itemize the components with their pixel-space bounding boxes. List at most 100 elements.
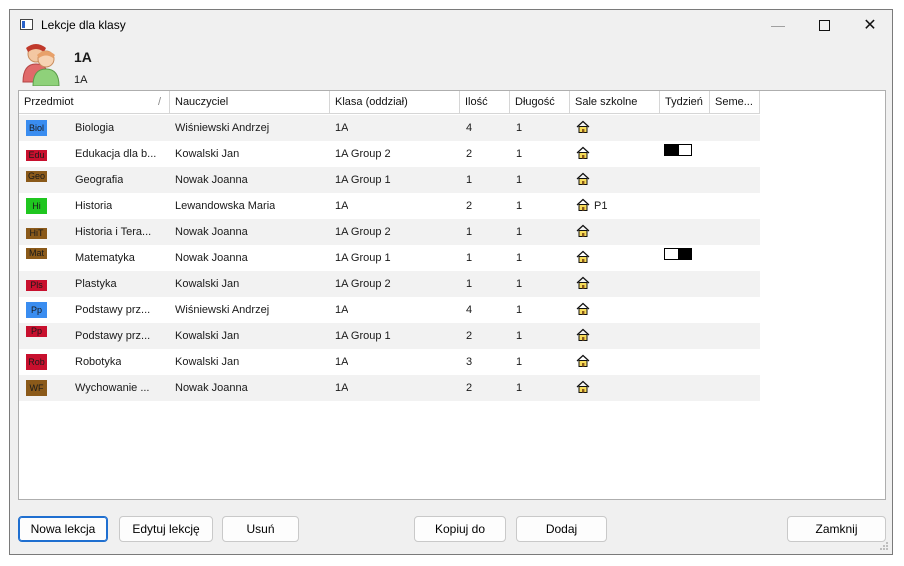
resize-grip-icon[interactable]	[879, 541, 889, 551]
table-row[interactable]: Pp Podstawy prz... Kowalski Jan 1A Group 1 2…	[19, 323, 760, 349]
delete-button[interactable]: Usuń	[222, 516, 299, 542]
subject-cell: Podstawy prz...	[75, 330, 151, 342]
maximize-button[interactable]	[801, 10, 847, 40]
class-cell: 1A	[335, 382, 349, 394]
room-house-icon[interactable]	[576, 120, 590, 134]
class-cell: 1A	[335, 304, 349, 316]
column-header-class[interactable]: Klasa (oddział)	[330, 91, 460, 113]
subject-cell: Plastyka	[75, 278, 117, 290]
subject-cell: Edukacja dla b...	[75, 148, 157, 160]
table-row[interactable]: Geo Geografia Nowak Joanna 1A Group 1 1 1	[19, 167, 760, 193]
table-row[interactable]: Mat Matematyka Nowak Joanna 1A Group 1 1 1	[19, 245, 760, 271]
week-indicator	[664, 248, 692, 260]
table-header: Przedmiot / Nauczyciel Klasa (oddział) Il…	[19, 91, 760, 114]
add-button[interactable]: Dodaj	[516, 516, 607, 542]
minimize-icon: —	[771, 17, 785, 33]
subject-color-swatch: Mat	[26, 248, 47, 259]
table-row[interactable]: Rob Robotyka Kowalski Jan 1A 3 1	[19, 349, 760, 375]
room-house-icon[interactable]	[576, 172, 590, 186]
new-lesson-button[interactable]: Nowa lekcja	[18, 516, 108, 542]
teacher-cell: Wiśniewski Andrzej	[175, 122, 270, 134]
table-row[interactable]: Biol Biologia Wiśniewski Andrzej 1A 4 1	[19, 115, 760, 141]
subject-cell: Matematyka	[75, 252, 135, 264]
subject-cell: Biologia	[75, 122, 115, 134]
subject-color-swatch: Pp	[26, 326, 47, 337]
count-cell: 4	[466, 304, 473, 316]
subject-color-swatch: Biol	[26, 120, 47, 136]
count-cell: 2	[466, 330, 473, 342]
teacher-cell: Nowak Joanna	[175, 382, 248, 394]
class-header: 1A 1A	[10, 40, 892, 90]
room-house-icon[interactable]	[576, 276, 590, 290]
teacher-cell: Lewandowska Maria	[175, 200, 276, 212]
count-cell: 2	[466, 200, 473, 212]
subject-cell: Robotyka	[75, 356, 122, 368]
class-cell: 1A	[335, 122, 349, 134]
title-bar[interactable]: Lekcje dla klasy — ✕	[10, 10, 892, 40]
column-header-count[interactable]: Ilość	[460, 91, 510, 113]
lessons-table[interactable]: Przedmiot / Nauczyciel Klasa (oddział) Il…	[18, 90, 886, 500]
room-house-icon[interactable]	[576, 224, 590, 238]
class-cell: 1A Group 1	[335, 252, 391, 264]
room-house-icon[interactable]	[576, 354, 590, 368]
count-cell: 3	[466, 356, 473, 368]
table-row[interactable]: Pls Plastyka Kowalski Jan 1A Group 2 1 1	[19, 271, 760, 297]
edit-lesson-button[interactable]: Edytuj lekcję	[119, 516, 213, 542]
length-cell: 1	[516, 174, 523, 186]
column-header-rooms[interactable]: Sale szkolne	[570, 91, 660, 113]
table-row[interactable]: Edu Edukacja dla b... Kowalski Jan 1A Group…	[19, 141, 760, 167]
column-label: Sale szkolne	[575, 96, 638, 108]
count-cell: 1	[466, 226, 473, 238]
room-code: P1	[594, 200, 608, 212]
class-subtitle: 1A	[74, 74, 88, 86]
class-cell: 1A Group 1	[335, 330, 391, 342]
count-cell: 1	[466, 252, 473, 264]
length-cell: 1	[516, 148, 523, 160]
column-label: Tydzień	[665, 96, 703, 108]
class-cell: 1A Group 2	[335, 226, 391, 238]
close-button[interactable]: Zamknij	[787, 516, 886, 542]
column-header-length[interactable]: Długość	[510, 91, 570, 113]
close-window-button[interactable]: ✕	[847, 10, 893, 40]
app-icon	[20, 19, 33, 30]
teacher-cell: Kowalski Jan	[175, 356, 240, 368]
room-house-icon[interactable]	[576, 250, 590, 264]
table-row[interactable]: Hi Historia Lewandowska Maria 1A 2 1 P1	[19, 193, 760, 219]
room-house-icon[interactable]	[576, 198, 590, 212]
class-cell: 1A	[335, 200, 349, 212]
room-house-icon[interactable]	[576, 380, 590, 394]
column-header-teacher[interactable]: Nauczyciel	[170, 91, 330, 113]
teacher-cell: Wiśniewski Andrzej	[175, 304, 270, 316]
count-cell: 4	[466, 122, 473, 134]
minimize-button[interactable]: —	[755, 10, 801, 40]
column-header-semester[interactable]: Seme...	[710, 91, 760, 113]
length-cell: 1	[516, 304, 523, 316]
table-row[interactable]: WF Wychowanie ... Nowak Joanna 1A 2 1	[19, 375, 760, 401]
room-house-icon[interactable]	[576, 302, 590, 316]
length-cell: 1	[516, 356, 523, 368]
count-cell: 1	[466, 278, 473, 290]
copy-to-button[interactable]: Kopiuj do	[414, 516, 506, 542]
teacher-cell: Kowalski Jan	[175, 330, 240, 342]
column-label: Klasa (oddział)	[335, 96, 408, 108]
week-b-box	[677, 145, 692, 155]
table-row[interactable]: HiT Historia i Tera... Nowak Joanna 1A Grou…	[19, 219, 760, 245]
window-title: Lekcje dla klasy	[41, 18, 126, 32]
close-icon: ✕	[863, 17, 877, 34]
week-b-box	[677, 249, 691, 259]
user-group-icon	[22, 44, 60, 86]
room-house-icon[interactable]	[576, 146, 590, 160]
column-header-week[interactable]: Tydzień	[660, 91, 710, 113]
maximize-icon	[818, 19, 830, 31]
count-cell: 1	[466, 174, 473, 186]
table-row[interactable]: Pp Podstawy prz... Wiśniewski Andrzej 1A 4 1	[19, 297, 760, 323]
column-header-subject[interactable]: Przedmiot /	[19, 91, 170, 113]
length-cell: 1	[516, 382, 523, 394]
room-house-icon[interactable]	[576, 328, 590, 342]
length-cell: 1	[516, 122, 523, 134]
column-label: Przedmiot	[24, 96, 74, 108]
subject-cell: Wychowanie ...	[75, 382, 150, 394]
week-indicator	[664, 144, 692, 156]
class-cell: 1A Group 2	[335, 278, 391, 290]
subject-cell: Geografia	[75, 174, 124, 186]
